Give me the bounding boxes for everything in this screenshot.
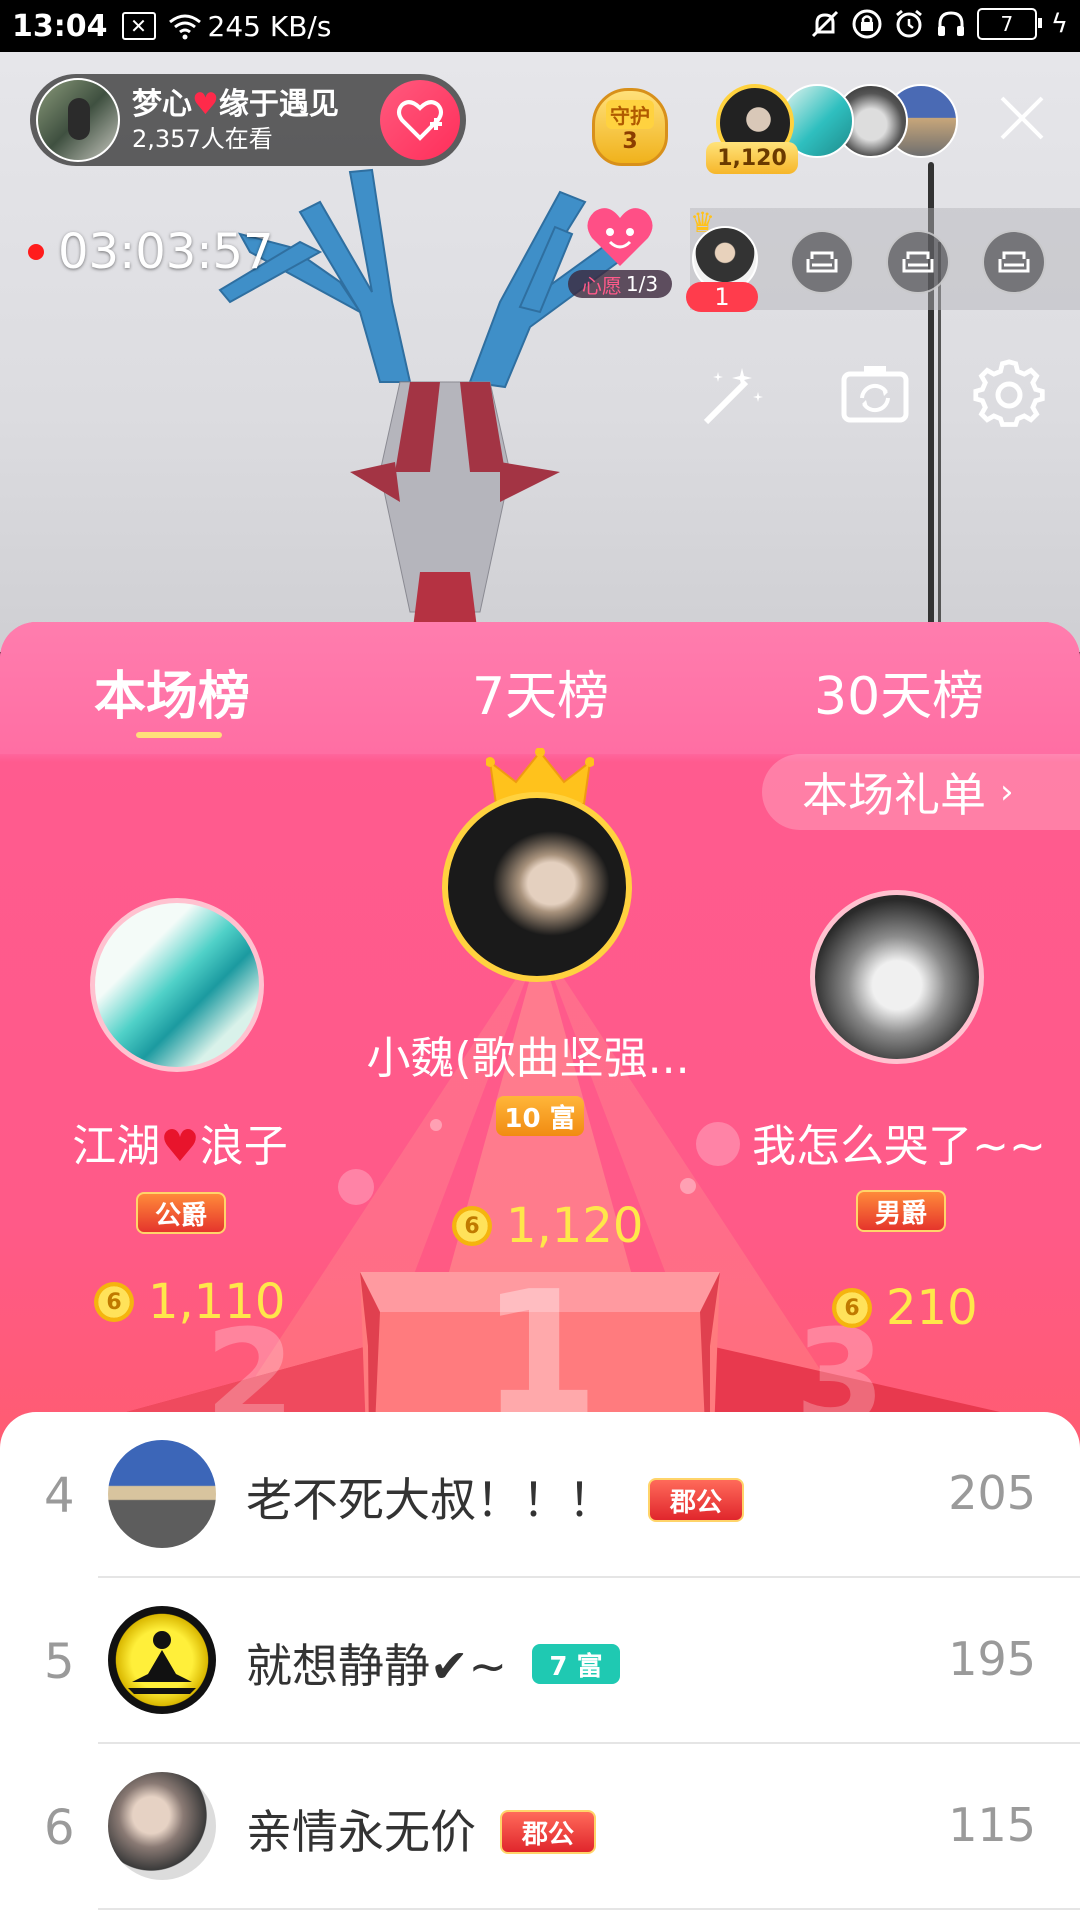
meditation-silhouette-icon [128,1631,196,1694]
gift-list-label: 本场礼单 [802,768,986,822]
rank-2-name: 江湖♥浪子 [40,1110,320,1174]
rank-1-wealth-badge: 10 富 [496,1096,584,1136]
x-notification-icon: ✕ [121,12,156,40]
host-name-part: 梦心 [132,87,192,122]
list-item[interactable]: 4 老不死大叔！！！ 郡公 205 [0,1412,1080,1578]
guard-count: 3 [622,129,638,154]
rank-2-score-value: 1,110 [148,1274,286,1330]
sofa-icon [902,251,934,273]
host-name-part: 缘于遇见 [218,87,339,122]
rank-3-score-value: 210 [886,1280,978,1336]
coin-icon: 6 [832,1288,872,1328]
wish-widget[interactable]: 心愿 1/3 [568,204,672,300]
row-avatar[interactable] [108,1440,216,1548]
tab-7-days[interactable]: 7天榜 [472,654,609,729]
battery-icon: 7 [976,8,1042,40]
host-avatar[interactable] [36,78,120,162]
viewer-count: 2,357人在看 [132,125,273,153]
divider [98,1908,1080,1910]
network-speed: 245 KB/s [207,9,332,43]
host-name: 梦心♥缘于遇见 [132,86,339,124]
row-rank: 6 [44,1800,75,1856]
heart-plus-icon [397,100,443,141]
alarm-icon [895,9,922,38]
gift-list-button[interactable]: 本场礼单 › [762,754,1080,830]
row-name: 亲情永无价 [246,1805,476,1859]
chevron-right-icon: › [1000,772,1014,812]
row-avatar[interactable] [108,1772,216,1880]
rank-3-noble-badge: 男爵 [856,1190,946,1232]
list-item[interactable]: 6 亲情永无价 郡公 115 [0,1744,1080,1910]
list-item[interactable]: 5 就想静静✔~ 7 富 195 [0,1578,1080,1744]
status-time: 13:04 [12,8,108,44]
row-score: 195 [948,1632,1036,1686]
battery-level: 7 [1000,12,1014,36]
rank-3-name: 我怎么哭了~~ [752,1121,1046,1172]
guard-label: 守护 [606,100,654,129]
rank-2-noble-badge: 公爵 [136,1192,226,1234]
ranking-list: 4 老不死大叔！！！ 郡公 205 5 就想静静✔~ 7 富 195 6 亲情永… [0,1412,1080,1920]
rank-2-score: 6 1,110 [94,1274,285,1330]
coin-icon: 6 [452,1206,492,1246]
active-tab-indicator [136,732,222,738]
wish-progress: 1/3 [625,272,659,296]
noble-badge: 郡公 [500,1810,596,1854]
rank-3-avatar[interactable] [810,890,984,1064]
row-score: 115 [948,1798,1036,1852]
noble-badge: 郡公 [648,1478,744,1522]
empty-seat[interactable] [886,230,950,294]
top-contributor-value: 1,120 [706,142,798,174]
charging-icon: ϟ [1050,9,1068,39]
wish-label: 心愿 1/3 [568,270,672,298]
empty-seat[interactable] [790,230,854,294]
rank-1-score: 6 1,120 [452,1198,643,1254]
lock-rotation-icon [852,9,882,39]
sofa-icon [806,251,838,273]
rank-3-score: 6 210 [832,1280,978,1336]
live-dot-icon [28,244,44,260]
wifi-icon [168,14,201,40]
settings-gear-icon[interactable] [972,358,1046,432]
row-avatar[interactable] [108,1606,216,1714]
guard-shield-icon: 守护 3 [592,88,668,166]
sofa-icon [998,251,1030,273]
tab-30-days[interactable]: 30天榜 [814,654,984,729]
row-name: 老不死大叔！！！ [246,1473,614,1527]
status-bar: 13:04 ✕ 245 KB/s 7 ϟ [0,0,1080,52]
leaderboard-tabs: 本场榜 7天榜 30天榜 [0,622,1080,754]
heart-icon: ♥ [192,87,219,122]
seat-rank: 1 [686,282,758,312]
empty-seat[interactable] [982,230,1046,294]
heart-icon: ♥ [160,1121,200,1172]
wealth-badge: 7 富 [532,1644,620,1684]
row-rank: 4 [44,1468,75,1524]
host-info-pill[interactable]: 梦心♥缘于遇见 2,357人在看 [30,74,466,166]
smiling-heart-icon [587,208,653,266]
bell-muted-icon [811,10,838,38]
guard-badge[interactable]: 守护 3 [584,82,670,166]
row-score: 205 [948,1466,1036,1520]
close-icon[interactable] [996,92,1048,144]
rank-2-name-part: 浪子 [199,1121,288,1172]
rank-1-avatar[interactable] [442,792,632,982]
headphones-icon [937,11,964,36]
rank-2-name-part: 江湖 [72,1121,161,1172]
duration-text: 03:03:57 [58,224,274,280]
follow-button[interactable] [380,80,460,160]
live-duration: 03:03:57 [28,224,274,280]
leaderboard-panel: 本场榜 7天榜 30天榜 1 2 3 本场礼单 › 小魏(歌曲坚强... 10 … [0,622,1080,1920]
rank-1-score-value: 1,120 [506,1198,644,1254]
row-name: 就想静静✔~ [246,1639,508,1693]
rank-2-avatar[interactable] [90,898,264,1072]
beauty-wand-icon[interactable] [696,358,770,432]
wish-title: 心愿 [581,273,622,298]
rank-1-name: 小魏(歌曲坚强... [366,1033,690,1084]
switch-camera-icon[interactable] [838,358,912,432]
tab-current-show[interactable]: 本场榜 [94,654,250,729]
row-rank: 5 [44,1634,75,1690]
coin-icon: 6 [94,1282,134,1322]
